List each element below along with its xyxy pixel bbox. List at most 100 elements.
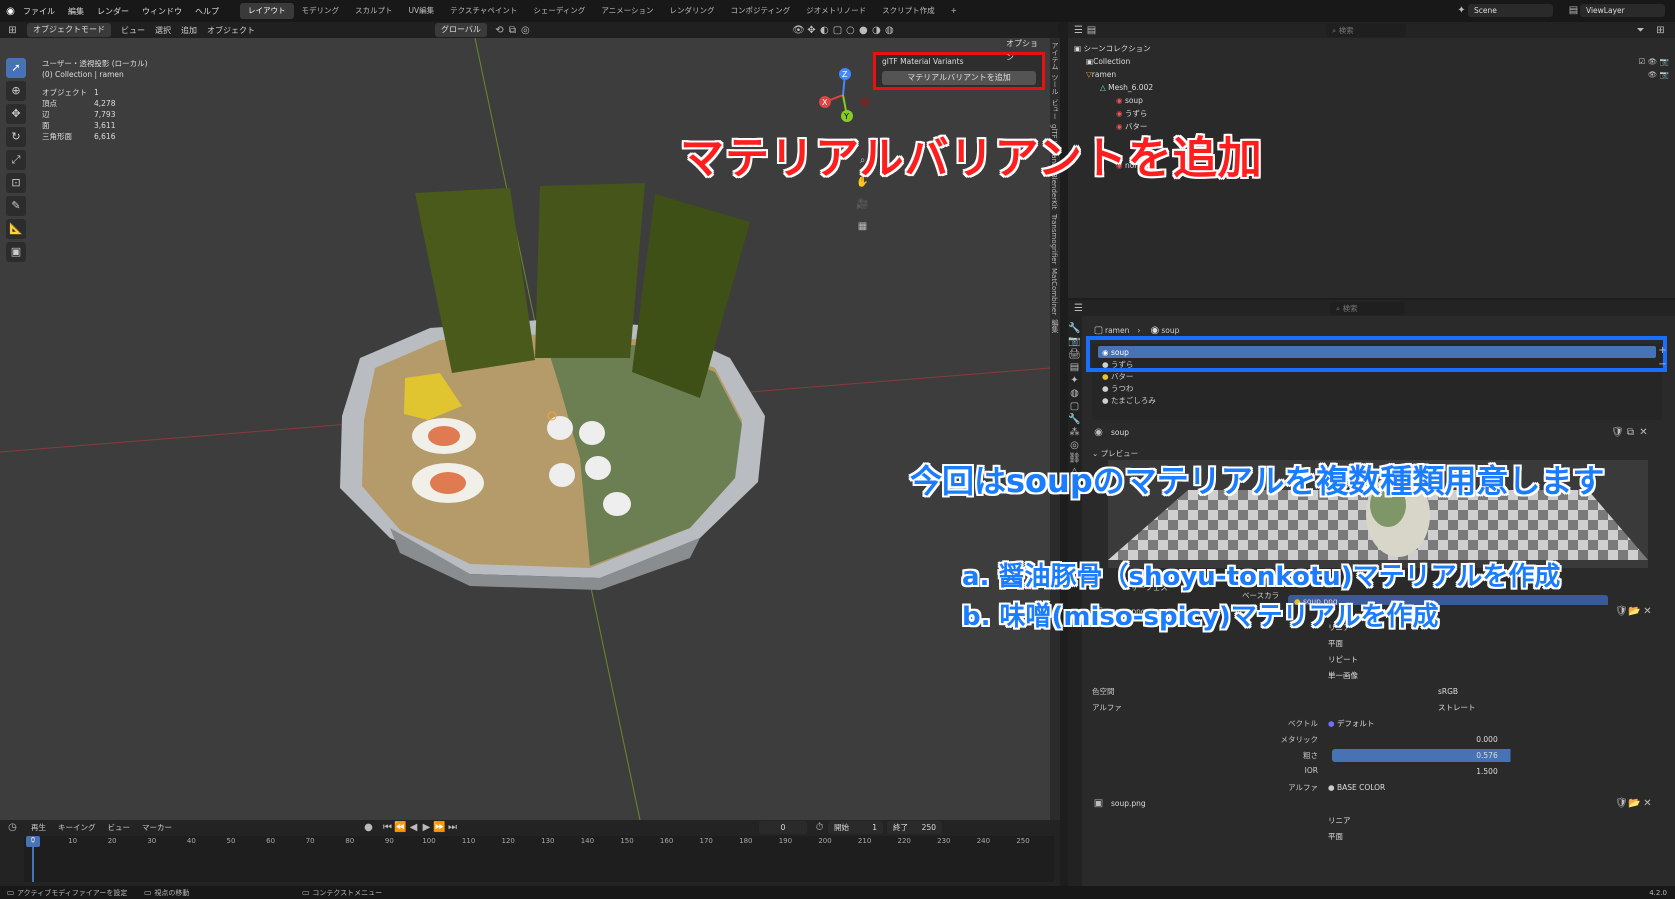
transform-orientation-dropdown[interactable]: グローバル	[435, 23, 487, 37]
scene-selector[interactable]: ✦ Scene	[1455, 4, 1553, 17]
tab-rendering[interactable]: レンダリング	[662, 3, 723, 19]
pivot-icon[interactable]: ⟲	[493, 24, 506, 37]
alpha-input-field[interactable]: ● BASE COLOR	[1322, 781, 1642, 794]
select-tool-icon[interactable]: ➚	[6, 58, 26, 78]
shading-material-icon[interactable]: ◑	[870, 24, 883, 37]
outliner-material-soup[interactable]: ◉ soup	[1074, 94, 1669, 107]
filter-icon[interactable]: ⏷	[1634, 24, 1647, 37]
world-tab-icon[interactable]: ◍	[1068, 387, 1081, 400]
slot-tamago[interactable]: ● たまごしろみ	[1098, 394, 1656, 406]
add-cube-tool-icon[interactable]: ▣	[6, 242, 26, 262]
image-icon[interactable]: ▣	[1092, 797, 1105, 810]
output-tab-icon[interactable]: 🖨	[1068, 348, 1081, 361]
transform-tool-icon[interactable]: ⊡	[6, 173, 26, 193]
menu-keying[interactable]: キーイング	[58, 822, 96, 833]
projection-dropdown[interactable]: 平面	[1322, 637, 1642, 650]
tab-geometry-nodes[interactable]: ジオメトリノード	[798, 3, 874, 19]
tab-transmogrifier[interactable]: Transmogrifier	[1050, 214, 1058, 264]
frame-end-field[interactable]: 終了 250	[887, 820, 942, 834]
projection-dropdown-2[interactable]: 平面	[1322, 830, 1642, 843]
outliner-scene-collection[interactable]: ▣ シーンコレクション	[1074, 42, 1669, 55]
particles-tab-icon[interactable]: ⁂	[1068, 426, 1081, 439]
viewlayer-selector[interactable]: ▤ ViewLayer	[1567, 4, 1665, 17]
roughness-slider[interactable]: 0.576	[1332, 749, 1642, 762]
tab-animation[interactable]: アニメーション	[593, 3, 661, 19]
interpolation-dropdown-2[interactable]: リニア	[1322, 814, 1642, 827]
step-back-icon[interactable]: ⏪	[394, 821, 407, 834]
scene-tab-icon[interactable]: ✦	[1068, 374, 1081, 387]
ortho-toggle-icon[interactable]: ▦	[856, 220, 869, 233]
outliner-editor-icon[interactable]: ☰	[1072, 24, 1085, 37]
image-name-field-2[interactable]: soup.png	[1105, 797, 1615, 810]
scale-tool-icon[interactable]: ⤢	[6, 150, 26, 170]
remove-slot-icon[interactable]: −	[1656, 358, 1669, 371]
duplicate-material-icon[interactable]: ⧉	[1624, 426, 1637, 439]
tab-texture-paint[interactable]: テクスチャペイント	[442, 3, 525, 19]
gizmo-icon[interactable]: ✥	[805, 24, 818, 37]
proportional-edit-icon[interactable]: ◎	[519, 24, 532, 37]
tab-layout[interactable]: レイアウト	[240, 3, 294, 19]
image-fake-user-icon[interactable]: 🛡	[1615, 605, 1628, 618]
tab-scripting[interactable]: スクリプト作成	[874, 3, 943, 19]
render-tab-icon[interactable]: 📷	[1068, 335, 1081, 348]
rotate-tool-icon[interactable]: ↻	[6, 127, 26, 147]
image-open-icon[interactable]: 📂	[1628, 797, 1641, 810]
view-layer-tab-icon[interactable]: ▤	[1068, 361, 1081, 374]
modifier-tab-icon[interactable]: 🔧	[1068, 413, 1081, 426]
frame-start-field[interactable]: 開始 1	[828, 820, 883, 834]
material-name-field[interactable]: soup	[1105, 426, 1605, 439]
visibility-icon[interactable]: 👁	[792, 24, 805, 37]
tab-modeling[interactable]: モデリング	[294, 3, 348, 19]
scene-name[interactable]: Scene	[1468, 4, 1553, 17]
vector-field[interactable]: ● デフォルト	[1322, 717, 1642, 730]
menu-playback[interactable]: 再生	[31, 822, 46, 833]
shading-wireframe-icon[interactable]: ○	[844, 24, 857, 37]
fake-user-icon[interactable]: 🛡	[1611, 426, 1624, 439]
annotate-tool-icon[interactable]: ✎	[6, 196, 26, 216]
viewlayer-name[interactable]: ViewLayer	[1580, 4, 1665, 17]
shading-rendered-icon[interactable]: ◍	[883, 24, 896, 37]
menu-marker[interactable]: マーカー	[142, 822, 172, 833]
outliner-collection[interactable]: ▣ Collection ☑ 👁 📷	[1074, 55, 1669, 68]
ior-slider[interactable]: 1.500	[1332, 765, 1642, 778]
tool-tab-icon[interactable]: 🔧	[1068, 322, 1081, 335]
outliner-search[interactable]: ⌕ 検索	[1326, 24, 1406, 37]
outliner-mesh[interactable]: △ Mesh_6.002	[1074, 81, 1669, 94]
tab-tool[interactable]: ツール	[1050, 74, 1060, 95]
mode-dropdown[interactable]: オブジェクトモード	[27, 23, 111, 37]
tab-sculpt[interactable]: スカルプト	[347, 3, 401, 19]
menu-object[interactable]: オブジェクト	[207, 25, 255, 36]
alpha-mode-dropdown[interactable]: ストレート	[1432, 701, 1642, 714]
new-collection-icon[interactable]: ⊞	[1654, 24, 1667, 37]
menu-select[interactable]: 選択	[155, 25, 171, 36]
options-dropdown[interactable]: オプション	[1000, 38, 1050, 62]
color-space-dropdown[interactable]: sRGB	[1432, 685, 1642, 698]
image-unlink-icon[interactable]: ✕	[1641, 797, 1654, 810]
tab-edit[interactable]: 編集	[1050, 319, 1060, 333]
outliner-ramen[interactable]: ▽ ramen 👁 📷	[1074, 68, 1669, 81]
tab-uv[interactable]: UV編集	[401, 3, 443, 19]
metallic-slider[interactable]: 0.000	[1332, 733, 1642, 746]
overlay-icon[interactable]: ◐	[818, 24, 831, 37]
tab-compositing[interactable]: コンポジティング	[723, 3, 799, 19]
tab-view[interactable]: ビュー	[1050, 99, 1060, 120]
add-slot-icon[interactable]: +	[1656, 344, 1669, 357]
image-open-icon[interactable]: 📂	[1628, 605, 1641, 618]
menu-view[interactable]: ビュー	[121, 25, 145, 36]
tab-shading[interactable]: シェーディング	[525, 3, 593, 19]
menu-window[interactable]: ウィンドウ	[142, 6, 182, 17]
record-icon[interactable]: ●	[362, 821, 375, 834]
tab-item[interactable]: アイテム	[1050, 42, 1060, 70]
menu-help[interactable]: ヘルプ	[195, 6, 219, 17]
menu-file[interactable]: ファイル	[23, 6, 55, 17]
cursor-tool-icon[interactable]: ⊕	[6, 81, 26, 101]
play-icon[interactable]: ▶	[420, 821, 433, 834]
editor-type-icon[interactable]: ⊞	[6, 24, 19, 37]
unlink-material-icon[interactable]: ✕	[1637, 426, 1650, 439]
slot-utsuwa[interactable]: ● うつわ	[1098, 382, 1656, 394]
shading-solid-icon[interactable]: ●	[857, 24, 870, 37]
properties-search[interactable]: ⌕ 検索	[1330, 302, 1405, 315]
add-material-variant-button[interactable]: マテリアルバリアントを追加	[882, 71, 1036, 85]
menu-timeline-view[interactable]: ビュー	[108, 822, 131, 833]
snap-icon[interactable]: ⧉	[506, 24, 519, 37]
